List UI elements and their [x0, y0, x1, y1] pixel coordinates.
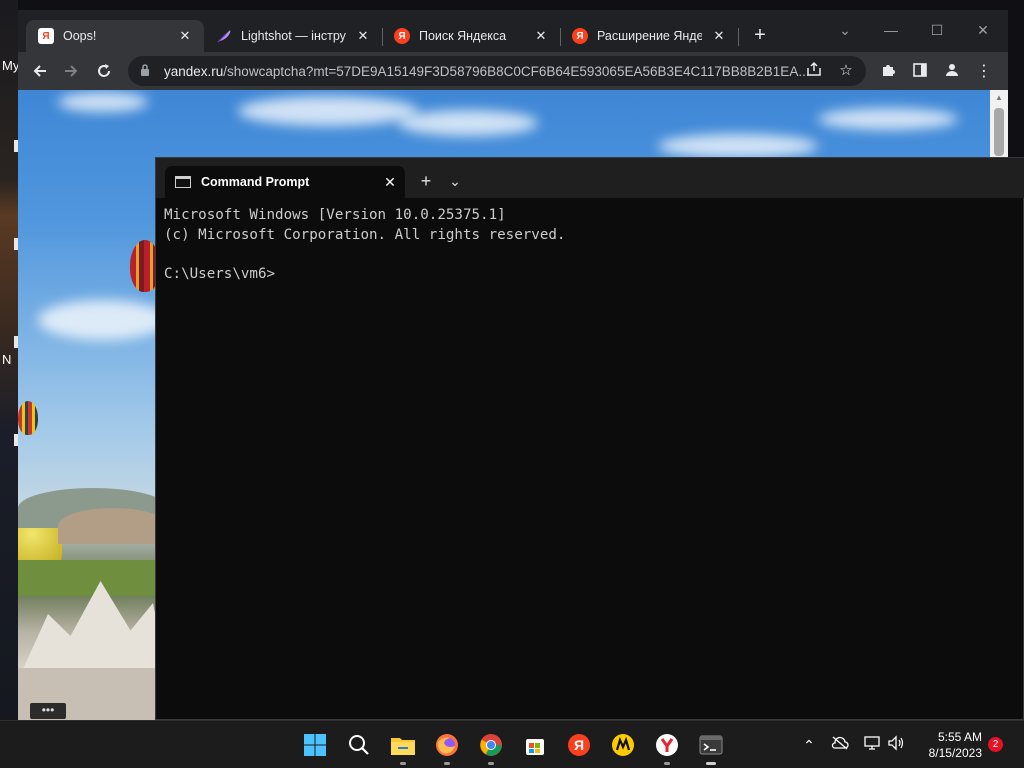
- more-options-button[interactable]: •••: [30, 703, 66, 719]
- yandex-market-icon[interactable]: [609, 731, 637, 759]
- clock-time: 5:55 AM: [937, 730, 982, 744]
- menu-kebab-icon[interactable]: ⋮: [974, 62, 994, 82]
- extensions-puzzle-icon[interactable]: [878, 62, 898, 82]
- lock-icon[interactable]: [140, 63, 154, 79]
- tab-yandex-extension[interactable]: Я Расширение Яндекса ✕: [560, 20, 738, 52]
- cloud-offline-icon[interactable]: [830, 735, 850, 755]
- maximize-icon[interactable]: ☐: [914, 16, 960, 44]
- yandex-icon: Я: [394, 28, 410, 44]
- minimize-icon[interactable]: —: [868, 16, 914, 44]
- tab-search-icon[interactable]: ⌄: [822, 16, 868, 44]
- tab-yandex-search[interactable]: Я Поиск Яндекса ✕: [382, 20, 560, 52]
- system-clock[interactable]: 5:55 AM 8/15/2023: [918, 729, 982, 761]
- terminal-tab-command-prompt[interactable]: Command Prompt ✕: [165, 166, 405, 198]
- cloud: [398, 110, 538, 136]
- show-hidden-icons-chevron-icon[interactable]: ⌃: [799, 735, 819, 755]
- reload-icon[interactable]: [91, 58, 117, 84]
- volume-icon[interactable]: [886, 735, 906, 755]
- green-field: [18, 560, 168, 596]
- desktop-screen: My N Я Oops! ✕ Lightshot — інструмс ✕ Я …: [0, 0, 1024, 768]
- browser-toolbar: yandex.ru/showcaptcha?mt=57DE9A15149F3D5…: [18, 52, 1008, 90]
- scroll-up-icon[interactable]: ▲: [994, 94, 1004, 102]
- terminal-new-tab-button[interactable]: +: [415, 170, 437, 192]
- network-icon[interactable]: [862, 735, 882, 755]
- cloud: [58, 92, 148, 112]
- tab-title: Расширение Яндекса: [597, 29, 702, 43]
- profile-icon[interactable]: [942, 62, 962, 82]
- address-bar[interactable]: yandex.ru/showcaptcha?mt=57DE9A15149F3D5…: [128, 56, 866, 86]
- close-window-icon[interactable]: ✕: [960, 16, 1006, 44]
- tab-close-icon[interactable]: ✕: [176, 28, 194, 44]
- yandex-icon[interactable]: Я: [565, 731, 593, 759]
- running-indicator: [706, 762, 716, 765]
- terminal-tab-close-icon[interactable]: ✕: [375, 174, 405, 191]
- terminal-line: (c) Microsoft Corporation. All rights re…: [164, 226, 566, 243]
- valley-rocks: [58, 508, 168, 544]
- terminal-tab-bar: Command Prompt ✕ + ⌄: [156, 158, 1024, 198]
- cloud: [238, 96, 418, 126]
- terminal-dropdown-icon[interactable]: ⌄: [444, 170, 466, 192]
- running-indicator: [488, 762, 494, 765]
- tab-oops[interactable]: Я Oops! ✕: [26, 20, 204, 52]
- clock-date: 8/15/2023: [928, 746, 982, 760]
- terminal-tab-title: Command Prompt: [201, 175, 310, 189]
- scroll-thumb[interactable]: [994, 108, 1004, 156]
- forward-icon[interactable]: [58, 58, 84, 84]
- address-url[interactable]: yandex.ru/showcaptcha?mt=57DE9A15149F3D5…: [164, 64, 812, 79]
- feather-icon: [216, 28, 232, 44]
- desktop-icon-label[interactable]: N: [2, 352, 11, 367]
- tab-separator: [738, 28, 739, 46]
- back-icon[interactable]: [27, 58, 53, 84]
- terminal-prompt-line: C:\Users\vm6>: [164, 265, 276, 282]
- firefox-icon[interactable]: [433, 731, 461, 765]
- yandex-icon: Я: [572, 28, 588, 44]
- store-icon[interactable]: [521, 731, 549, 759]
- new-tab-button[interactable]: +: [748, 24, 772, 48]
- cloud: [658, 134, 818, 158]
- tab-title: Oops!: [63, 29, 97, 43]
- tab-strip: Я Oops! ✕ Lightshot — інструмс ✕ Я Поиск…: [18, 10, 1008, 52]
- running-indicator: [664, 762, 670, 765]
- share-icon[interactable]: [804, 61, 824, 81]
- terminal-window: Command Prompt ✕ + ⌄ Microsoft Windows […: [155, 157, 1024, 720]
- yandex-white-icon: Я: [38, 28, 54, 44]
- notification-badge[interactable]: 2: [988, 737, 1003, 752]
- tab-title: Lightshot — інструмс: [241, 29, 346, 43]
- tab-close-icon[interactable]: ✕: [354, 28, 372, 44]
- yandex-browser-icon[interactable]: [653, 731, 681, 765]
- svg-text:Я: Я: [574, 737, 584, 753]
- bookmark-star-icon[interactable]: ☆: [836, 61, 856, 81]
- desktop-icon-label[interactable]: My: [2, 58, 19, 73]
- tab-title: Поиск Яндекса: [419, 29, 507, 43]
- tab-close-icon[interactable]: ✕: [532, 28, 550, 44]
- command-prompt-icon: [175, 176, 191, 188]
- terminal-icon[interactable]: [697, 731, 725, 765]
- running-indicator: [444, 762, 450, 765]
- chrome-icon[interactable]: [477, 731, 505, 765]
- tab-close-icon[interactable]: ✕: [710, 28, 728, 44]
- cloud: [38, 300, 168, 340]
- address-path: /showcaptcha?mt=57DE9A15149F3D58796B8C0C…: [223, 63, 810, 79]
- start-icon[interactable]: [301, 731, 329, 759]
- running-indicator: [400, 762, 406, 765]
- hot-air-balloon: [18, 401, 38, 435]
- terminal-output[interactable]: Microsoft Windows [Version 10.0.25375.1]…: [164, 206, 565, 284]
- address-host: yandex.ru: [164, 63, 224, 79]
- cloud: [818, 108, 958, 130]
- tab-lightshot[interactable]: Lightshot — інструмс ✕: [204, 20, 382, 52]
- file-explorer-icon[interactable]: [389, 731, 417, 765]
- terminal-line: Microsoft Windows [Version 10.0.25375.1]: [164, 207, 506, 223]
- search-icon[interactable]: [345, 731, 373, 759]
- taskbar: Я ⌃ 5:55 AM 8/15/2023 2: [0, 720, 1024, 768]
- side-panel-icon[interactable]: [910, 62, 930, 82]
